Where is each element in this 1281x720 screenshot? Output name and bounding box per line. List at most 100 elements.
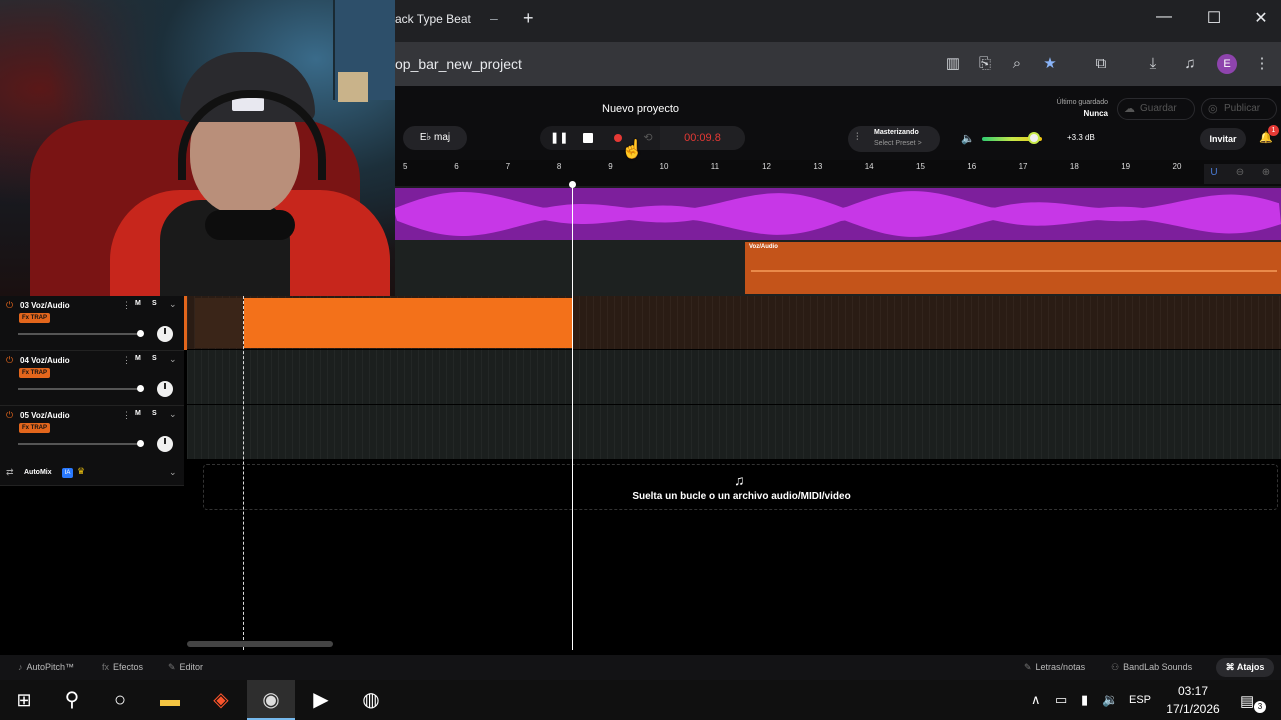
mute-button[interactable]: M <box>135 355 141 362</box>
stop-icon[interactable] <box>580 130 596 146</box>
track-volume-slider[interactable] <box>18 388 140 390</box>
mastering-button[interactable]: ⫶ Masterizando Select Preset > <box>848 126 940 152</box>
clock-date[interactable]: 17/1/2026 <box>1160 702 1226 716</box>
chevron-down-icon[interactable]: ⌄ <box>169 467 177 478</box>
fx-badge[interactable]: Fx TRAP <box>19 313 51 323</box>
track-volume-handle[interactable] <box>137 440 144 447</box>
bookmark-star-icon[interactable]: ★ <box>1040 54 1060 74</box>
pause-icon[interactable]: ❚❚ <box>550 130 568 146</box>
zoom-icon[interactable]: ⌕ <box>1007 54 1027 74</box>
profile-avatar[interactable]: E <box>1217 54 1237 74</box>
tab-title[interactable]: ack Type Beat <box>395 12 471 26</box>
url-text[interactable]: op_bar_new_project <box>395 56 522 72</box>
publish-button[interactable]: ◎ Publicar <box>1201 98 1277 120</box>
track-menu-icon[interactable]: ⋮ <box>122 300 131 311</box>
save-button[interactable]: ☁ Guardar <box>1117 98 1195 120</box>
track-volume-slider[interactable] <box>18 333 140 335</box>
lyrics-button[interactable]: ✎ Letras/notas <box>1024 662 1085 673</box>
recording-clip[interactable] <box>244 298 572 348</box>
track-name[interactable]: 05 Voz/Audio <box>20 411 70 420</box>
extensions-icon[interactable]: ⧉ <box>1091 54 1111 74</box>
track-header-04[interactable]: ⏻ 04 Voz/Audio Fx TRAP ⋮ M S ⌄ <box>0 351 184 406</box>
playhead-handle[interactable] <box>569 181 576 188</box>
track-header-05[interactable]: ⏻ 05 Voz/Audio Fx TRAP ⋮ M S ⌄ <box>0 406 184 461</box>
pan-knob[interactable] <box>157 381 173 397</box>
track-menu-icon[interactable]: ⋮ <box>122 355 131 366</box>
minimize-button[interactable]: — <box>1149 8 1179 26</box>
track-volume-handle[interactable] <box>137 385 144 392</box>
track-lane-05[interactable] <box>187 405 1281 460</box>
fx-badge[interactable]: Fx TRAP <box>19 423 51 433</box>
reading-mode-icon[interactable]: ▥ <box>943 54 963 74</box>
fx-badge[interactable]: Fx TRAP <box>19 368 51 378</box>
brave-browser-icon[interactable]: ◈ <box>197 680 245 720</box>
ruler-tick-label: 12 <box>762 162 771 171</box>
track-menu-icon[interactable]: ⋮ <box>122 410 131 421</box>
chevron-down-icon[interactable]: ⌄ <box>169 299 177 310</box>
bandlab-sounds-button[interactable]: ⚇ BandLab Sounds <box>1111 662 1192 673</box>
solo-button[interactable]: S <box>152 355 157 362</box>
task-view-icon[interactable]: ○ <box>96 680 144 720</box>
chevron-down-icon[interactable]: ⌄ <box>169 409 177 420</box>
pan-knob[interactable] <box>157 436 173 452</box>
chevron-down-icon[interactable]: ⌄ <box>169 354 177 365</box>
key-mode-button[interactable]: E♭ maj <box>403 126 467 150</box>
playhead[interactable] <box>572 184 573 650</box>
language-indicator[interactable]: ESP <box>1129 694 1151 706</box>
speaker-icon[interactable]: 🔈 <box>961 132 975 145</box>
invite-button[interactable]: Invitar <box>1200 128 1246 150</box>
drop-zone[interactable]: ♫ Suelta un bucle o un archivo audio/MID… <box>203 464 1278 510</box>
obs-recording-icon[interactable]: ◍ <box>347 680 395 720</box>
clock-time[interactable]: 03:17 <box>1160 684 1226 698</box>
zoom-in-icon[interactable]: ⊕ <box>1258 167 1274 178</box>
new-tab-button[interactable]: + <box>523 8 534 29</box>
chrome-browser-icon[interactable]: ◉ <box>247 680 295 720</box>
track-lane-purple[interactable] <box>395 186 1281 240</box>
network-icon[interactable]: ▭ <box>1055 692 1067 708</box>
purple-audio-clip[interactable] <box>395 188 1281 240</box>
media-player-icon[interactable]: ▶ <box>297 680 345 720</box>
automix-row[interactable]: ⇄ AutoMix IA ♛ ⌄ <box>0 460 184 486</box>
close-window-button[interactable]: ✕ <box>1246 8 1276 28</box>
track-volume-handle[interactable] <box>137 330 144 337</box>
browser-menu-icon[interactable]: ⋮ <box>1252 54 1272 74</box>
autopitch-button[interactable]: ♪ AutoPitch™ <box>18 662 74 672</box>
record-arm-icon[interactable]: ⏻ <box>6 410 13 421</box>
horizontal-scrollbar[interactable] <box>187 641 333 647</box>
solo-button[interactable]: S <box>152 410 157 417</box>
magnet-icon[interactable]: U <box>1206 167 1222 178</box>
editor-button[interactable]: ✎ Editor <box>168 662 203 673</box>
search-icon[interactable]: ⚲ <box>48 680 96 720</box>
shortcuts-button[interactable]: ⌘ Atajos <box>1216 658 1274 677</box>
track-volume-slider[interactable] <box>18 443 140 445</box>
media-control-icon[interactable]: ♫ <box>1180 54 1200 74</box>
loop-start-marker[interactable] <box>243 296 244 650</box>
track-name[interactable]: 03 Voz/Audio <box>20 301 70 310</box>
timeline-ruler[interactable]: 5 6 7 8 9 10 11 12 13 14 15 16 17 18 19 20 U ⊖ ⊕ <box>395 160 1281 186</box>
track-lane-voz[interactable]: Voz/Audio <box>395 240 1281 296</box>
windows-start-icon[interactable]: ⊞ <box>0 680 48 720</box>
volume-icon[interactable]: 🔉 <box>1102 692 1118 708</box>
track-lane-04[interactable] <box>187 350 1281 405</box>
action-center-icon[interactable]: ▤ <box>1240 692 1254 710</box>
pan-knob[interactable] <box>157 326 173 342</box>
maximize-button[interactable]: ☐ <box>1199 8 1229 28</box>
effects-button[interactable]: fx Efectos <box>102 662 143 672</box>
master-volume-handle[interactable] <box>1028 132 1040 144</box>
zoom-out-icon[interactable]: ⊖ <box>1232 167 1248 178</box>
install-app-icon[interactable]: ⎘ <box>975 54 995 74</box>
voz-audio-clip[interactable]: Voz/Audio <box>745 242 1281 294</box>
file-explorer-icon[interactable]: ▬ <box>146 680 194 720</box>
track-name[interactable]: 04 Voz/Audio <box>20 356 70 365</box>
mute-button[interactable]: M <box>135 300 141 307</box>
record-arm-icon[interactable]: ⏻ <box>6 355 13 366</box>
solo-button[interactable]: S <box>152 300 157 307</box>
mute-button[interactable]: M <box>135 410 141 417</box>
tab-close-icon[interactable]: – <box>490 10 498 26</box>
usb-icon[interactable]: ▮ <box>1081 692 1088 708</box>
tray-chevron-icon[interactable]: ∧ <box>1031 692 1041 708</box>
project-title[interactable]: Nuevo proyecto <box>602 103 679 115</box>
track-header-03[interactable]: ⏻ 03 Voz/Audio Fx TRAP ⋮ M S ⌄ <box>0 296 184 351</box>
downloads-icon[interactable]: ⤓ <box>1143 54 1163 74</box>
record-arm-icon[interactable]: ⏻ <box>6 300 13 311</box>
